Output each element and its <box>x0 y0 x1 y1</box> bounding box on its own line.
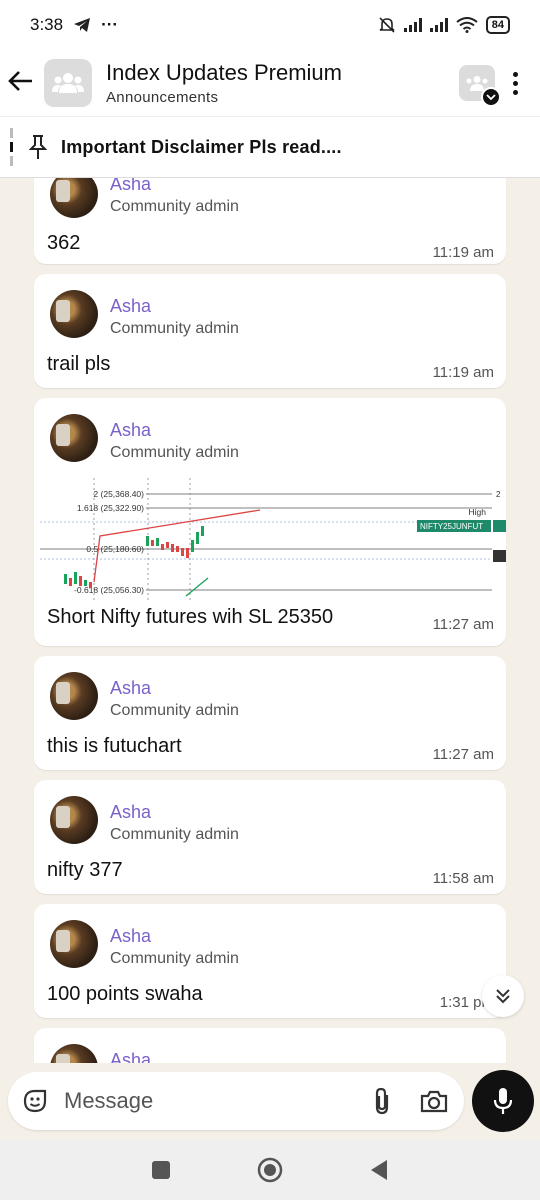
sender-role: Community admin <box>110 826 239 843</box>
high-label: High <box>469 507 487 517</box>
telegram-icon <box>74 18 91 32</box>
back-button[interactable] <box>8 67 42 99</box>
pinned-message-bar[interactable]: Important Disclaimer Pls read.... <box>0 116 540 178</box>
message-time: 11:19 am <box>432 364 494 381</box>
arrow-left-icon <box>8 71 32 91</box>
fib-label-05: 0.5 (25,180.60) <box>86 544 144 554</box>
menu-button[interactable] <box>513 71 518 95</box>
paperclip-icon[interactable] <box>370 1087 396 1115</box>
sender-avatar[interactable] <box>50 672 98 720</box>
sender-avatar[interactable] <box>50 178 98 218</box>
chart-image[interactable]: 2 (25,368.40) 1.618 (25,322.90) 0.5 (25,… <box>34 474 506 600</box>
sender-role: Community admin <box>110 444 239 461</box>
home-icon[interactable] <box>257 1157 283 1183</box>
price-scale-edge: 2 <box>496 490 501 499</box>
message-text: trail pls <box>47 353 111 375</box>
message-bubble[interactable]: Asha Community admin nifty 377 11:58 am <box>34 780 506 894</box>
sender-name[interactable]: Asha <box>110 678 151 699</box>
message-text: 100 points swaha <box>47 983 203 1005</box>
sender-name[interactable]: Asha <box>110 926 151 947</box>
group-avatar[interactable] <box>44 59 92 107</box>
message-bubble[interactable]: Asha <box>34 1028 506 1063</box>
sender-avatar[interactable] <box>50 796 98 844</box>
chat-header: Index Updates Premium Announcements <box>0 50 540 116</box>
mute-bell-icon <box>379 17 395 33</box>
message-bubble[interactable]: Asha Community admin 100 points swaha 1:… <box>34 904 506 1018</box>
message-list[interactable]: Asha Community admin 362 11:19 am Asha C… <box>0 178 540 1063</box>
message-text: nifty 377 <box>47 859 123 881</box>
message-bubble[interactable]: Asha Community admin 362 11:19 am <box>34 178 506 264</box>
message-text: this is futuchart <box>47 735 182 757</box>
group-icon <box>52 73 84 93</box>
recents-icon[interactable] <box>151 1160 171 1180</box>
fib-label-1618: 1.618 (25,322.90) <box>77 503 144 513</box>
sender-role: Community admin <box>110 702 239 719</box>
camera-icon[interactable] <box>420 1089 448 1113</box>
message-time: 11:19 am <box>432 244 494 261</box>
mic-icon <box>493 1088 513 1114</box>
message-time: 11:27 am <box>432 616 494 633</box>
back-nav-icon[interactable] <box>369 1159 389 1181</box>
fib-label-2: 2 (25,368.40) <box>93 489 144 499</box>
chat-subtitle: Announcements <box>106 89 219 106</box>
message-time: 11:27 am <box>432 746 494 763</box>
signal-icon <box>403 18 422 32</box>
double-chevron-down-icon <box>496 989 510 1004</box>
ticker-label: NIFTY25JUNFUT <box>420 522 483 531</box>
system-nav-bar <box>0 1140 540 1200</box>
pinned-text: Important Disclaimer Pls read.... <box>61 136 342 157</box>
message-bubble[interactable]: Asha Community admin 2 (25,368.40) 1.618… <box>34 398 506 646</box>
sender-role: Community admin <box>110 198 239 215</box>
header-titles[interactable]: Index Updates Premium Announcements <box>106 60 342 106</box>
sender-avatar[interactable] <box>50 290 98 338</box>
status-more: ··· <box>101 15 119 34</box>
sender-role: Community admin <box>110 950 239 967</box>
message-text: 362 <box>47 232 81 254</box>
fib-label-0618: -0.618 (25,056.30) <box>74 585 144 595</box>
chat-title: Index Updates Premium <box>106 60 342 85</box>
sender-name[interactable]: Asha <box>110 178 151 195</box>
status-time: 3:38 <box>30 15 64 34</box>
message-composer <box>8 1072 464 1130</box>
sender-role: Community admin <box>110 320 239 337</box>
sender-avatar[interactable] <box>50 414 98 462</box>
chevron-down-icon <box>481 87 501 107</box>
sender-avatar[interactable] <box>50 1044 98 1063</box>
community-button[interactable] <box>459 65 501 107</box>
message-input[interactable] <box>64 1088 344 1114</box>
sender-name[interactable]: Asha <box>110 420 151 441</box>
message-bubble[interactable]: Asha Community admin this is futuchart 1… <box>34 656 506 770</box>
voice-message-button[interactable] <box>472 1070 534 1132</box>
battery-indicator: 84 <box>485 16 510 34</box>
pin-icon <box>29 135 47 159</box>
status-bar: 3:38 ··· 84 <box>0 0 540 50</box>
scroll-to-bottom-button[interactable] <box>482 975 524 1017</box>
wifi-icon <box>456 17 478 33</box>
message-bubble[interactable]: Asha Community admin trail pls 11:19 am <box>34 274 506 388</box>
sticker-icon[interactable] <box>22 1088 48 1114</box>
kebab-icon <box>513 71 518 77</box>
message-text: Short Nifty futures wih SL 25350 <box>47 606 334 628</box>
sender-name[interactable]: Asha <box>110 1050 151 1063</box>
signal-icon-2 <box>429 18 448 32</box>
sender-name[interactable]: Asha <box>110 296 151 317</box>
sender-name[interactable]: Asha <box>110 802 151 823</box>
sender-avatar[interactable] <box>50 920 98 968</box>
message-time: 11:58 am <box>432 870 494 887</box>
pinned-indicator <box>10 128 13 166</box>
